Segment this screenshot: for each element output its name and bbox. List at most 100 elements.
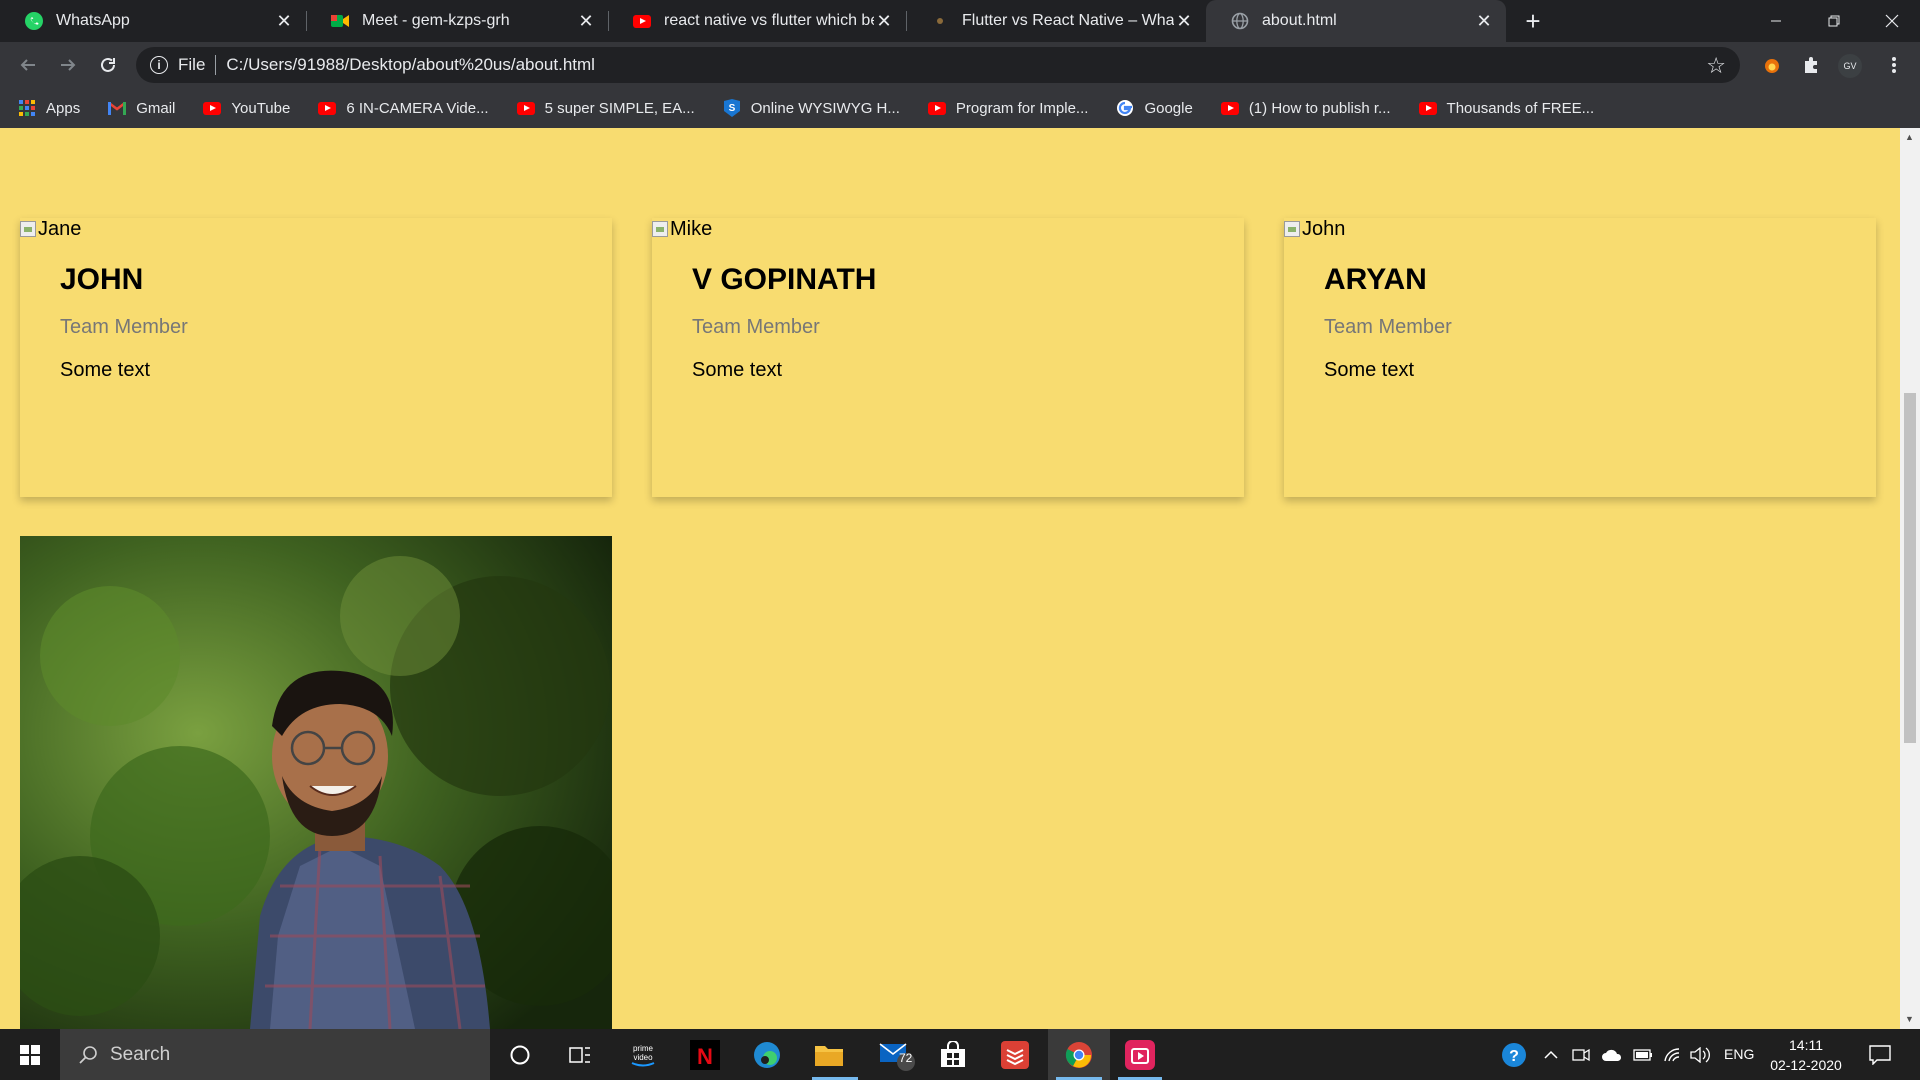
profile-image-broken: John (1284, 218, 1876, 240)
bookmark-label: Thousands of FREE... (1446, 99, 1595, 117)
apps-grid-icon (18, 99, 36, 117)
help-icon: ? (1502, 1042, 1526, 1067)
tab-close-icon[interactable]: ✕ (576, 11, 596, 31)
network-tray-button[interactable] (1660, 1029, 1686, 1080)
taskbar-search-box[interactable]: Search (60, 1029, 490, 1080)
tab-flutter-article[interactable]: Flutter vs React Native – What to ✕ (906, 0, 1206, 42)
scroll-down-arrow-icon[interactable]: ▼ (1905, 1014, 1914, 1024)
reload-button[interactable] (92, 49, 124, 81)
team-card: Mike V GOPINATH Team Member Some text (652, 218, 1244, 497)
prime-video-app[interactable]: prime video (618, 1029, 668, 1080)
close-window-button[interactable] (1864, 0, 1920, 42)
windows-logo-icon (20, 1044, 40, 1065)
bookmark-youtube-video[interactable]: Thousands of FREE... (1418, 99, 1595, 117)
notification-icon (1869, 1044, 1891, 1065)
image-alt-text: John (1302, 217, 1346, 240)
tab-close-icon[interactable]: ✕ (1474, 11, 1494, 31)
restore-icon (1828, 15, 1840, 27)
restore-button[interactable] (1806, 0, 1862, 42)
gmail-icon (108, 99, 127, 117)
tab-title: about.html (1262, 12, 1337, 29)
extension-flame-icon (1765, 59, 1779, 73)
tab-close-icon[interactable]: ✕ (274, 11, 294, 31)
page-scrollbar[interactable]: ▲ ▼ (1900, 128, 1920, 1029)
bookmark-label: Online WYSIWYG H... (750, 99, 900, 117)
url-text[interactable]: C:/Users/91988/Desktop/about%20us/about.… (226, 55, 595, 75)
back-button[interactable] (12, 49, 44, 81)
bookmark-gmail[interactable]: Gmail (108, 99, 175, 117)
cortana-circle-icon (510, 1045, 530, 1064)
task-view-icon (569, 1046, 590, 1063)
scrollbar-thumb[interactable] (1904, 393, 1916, 743)
store-app[interactable] (928, 1029, 978, 1080)
taskbar-clock[interactable]: 14:11 02-12-2020 (1764, 1035, 1848, 1075)
bookmark-google[interactable]: Google (1116, 99, 1193, 117)
tab-close-icon[interactable]: ✕ (1174, 11, 1194, 31)
image-alt-text: Jane (38, 217, 82, 240)
file-explorer-app[interactable] (804, 1029, 858, 1080)
tab-whatsapp[interactable]: WhatsApp ✕ (0, 0, 306, 42)
profile-image-broken: Mike (652, 218, 1244, 240)
edge-app[interactable] (742, 1029, 792, 1080)
card-container: V GOPINATH Team Member Some text (652, 262, 1244, 382)
help-tray-button[interactable]: ? (1498, 1029, 1530, 1080)
youtube-icon (1418, 99, 1437, 117)
mx-player-app[interactable] (1112, 1029, 1168, 1080)
task-view-button[interactable] (556, 1029, 604, 1080)
tab-title: Flutter vs React Native – What to (962, 12, 1174, 29)
chrome-icon (1065, 1041, 1092, 1068)
menu-button[interactable] (1878, 49, 1910, 81)
team-card: John ARYAN Team Member Some text (1284, 218, 1876, 497)
youtube-icon (632, 11, 652, 31)
cortana-button[interactable] (496, 1029, 544, 1080)
bookmark-label: Gmail (136, 99, 176, 117)
tab-close-icon[interactable]: ✕ (874, 11, 894, 31)
bookmark-wysiwyg[interactable]: S Online WYSIWYG H... (723, 99, 900, 117)
netflix-app[interactable]: N (680, 1029, 730, 1080)
chrome-app[interactable] (1048, 1029, 1110, 1080)
clock-date: 02-12-2020 (1770, 1057, 1842, 1073)
profile-image-broken: Jane (20, 218, 612, 240)
tab-about-html[interactable]: about.html ✕ (1206, 0, 1506, 42)
todoist-app[interactable] (990, 1029, 1040, 1080)
forward-button[interactable] (52, 49, 84, 81)
info-icon[interactable]: i (150, 56, 168, 74)
extension-button[interactable] (1756, 49, 1788, 81)
tab-youtube-video[interactable]: react native vs flutter which best ✕ (608, 0, 906, 42)
arrow-right-icon (61, 59, 76, 71)
volume-tray-button[interactable] (1688, 1029, 1714, 1080)
bookmark-youtube-video[interactable]: 6 IN-CAMERA Vide... (318, 99, 489, 117)
tab-meet[interactable]: Meet - gem-kzps-grh ✕ (306, 0, 608, 42)
minimize-button[interactable] (1748, 0, 1804, 42)
cloud-icon (1602, 1049, 1622, 1061)
image-alt-text: Mike (670, 217, 713, 240)
bookmark-youtube[interactable]: YouTube (203, 99, 290, 117)
broken-image-icon (1284, 221, 1300, 237)
bookmark-youtube-video[interactable]: 5 super SIMPLE, EA... (516, 99, 695, 117)
battery-tray-button[interactable] (1630, 1029, 1656, 1080)
bookmark-label: Apps (46, 99, 81, 117)
extensions-menu-button[interactable] (1796, 49, 1828, 81)
site-icon (930, 11, 950, 31)
wysiwyg-icon: S (723, 99, 741, 117)
show-hidden-icons-button[interactable] (1540, 1029, 1562, 1080)
scroll-up-arrow-icon[interactable]: ▲ (1905, 132, 1914, 142)
mail-app[interactable]: 72 (866, 1029, 926, 1080)
action-center-button[interactable] (1862, 1029, 1898, 1080)
start-button[interactable] (0, 1029, 60, 1080)
bookmark-label: 6 IN-CAMERA Vide... (346, 99, 489, 117)
new-tab-button[interactable]: + (1518, 6, 1548, 36)
bookmark-youtube-video[interactable]: Program for Imple... (927, 99, 1088, 117)
language-indicator[interactable]: ENG (1724, 1046, 1754, 1062)
netflix-icon: N (690, 1039, 720, 1070)
member-role: Team Member (692, 316, 820, 338)
profile-avatar[interactable]: GV (1838, 54, 1862, 78)
folder-icon (815, 1045, 843, 1066)
bookmark-youtube-video[interactable]: (1) How to publish r... (1220, 99, 1391, 117)
meet-now-tray-button[interactable] (1568, 1029, 1594, 1080)
bookmark-star-icon[interactable]: ☆ (1706, 53, 1726, 79)
onedrive-tray-button[interactable] (1598, 1029, 1626, 1080)
address-bar[interactable]: i File C:/Users/91988/Desktop/about%20us… (136, 47, 1740, 83)
bookmark-apps[interactable]: Apps (18, 99, 80, 117)
svg-text:S: S (728, 103, 735, 114)
